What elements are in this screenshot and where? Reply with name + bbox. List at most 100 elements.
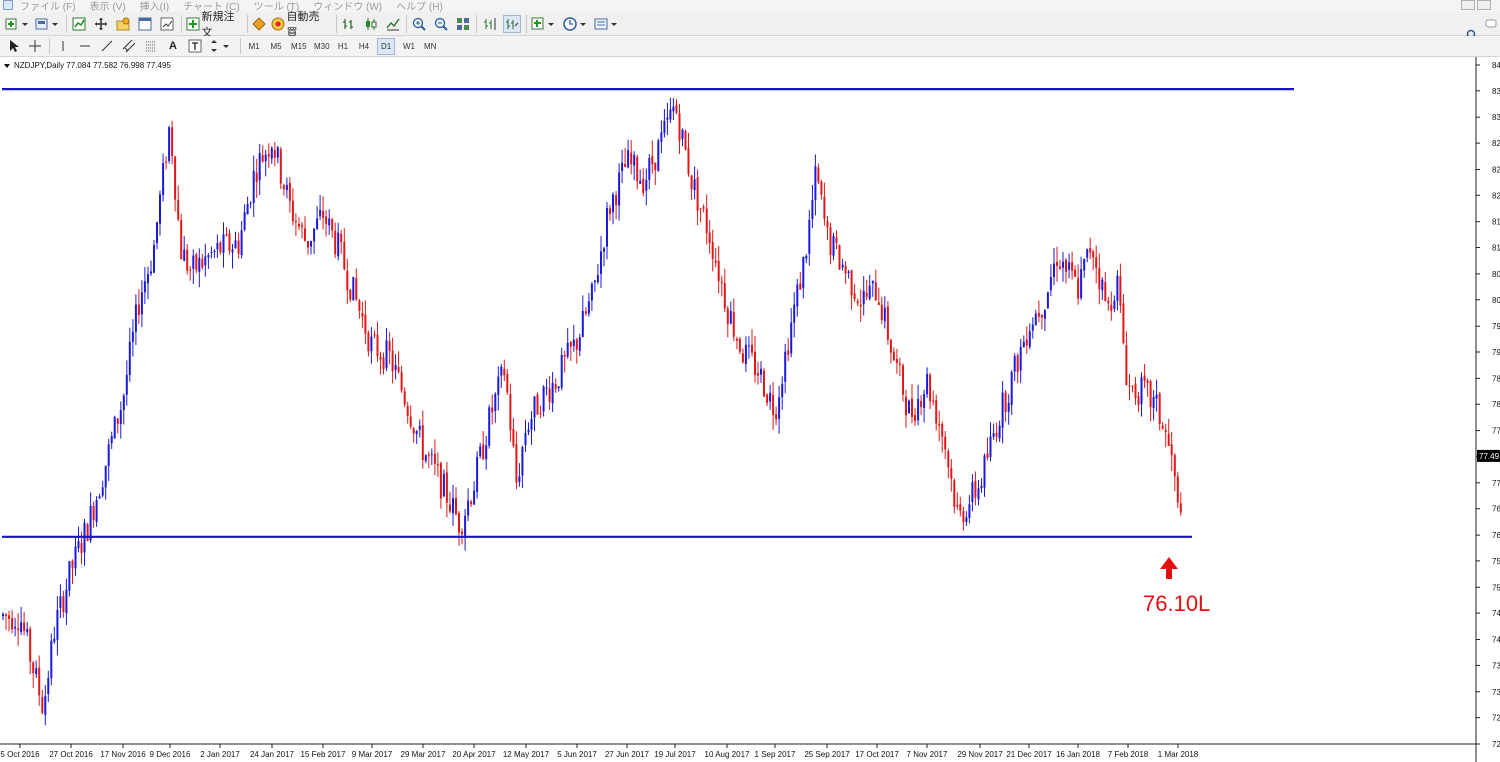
- candlestick: [249, 201, 252, 209]
- timeframe-h4[interactable]: H4: [355, 38, 373, 55]
- menu-help[interactable]: ヘルプ (H): [396, 0, 443, 12]
- text-label-tool[interactable]: [186, 37, 204, 55]
- timeframe-m15[interactable]: M15: [288, 38, 310, 55]
- data-window-button[interactable]: [92, 15, 110, 33]
- candlestick: [524, 419, 527, 452]
- zoom-out-button[interactable]: [432, 15, 450, 33]
- chart-window[interactable]: 84.30 83.85 83.39 82.94 82.48 82.03 81.57 81.12…: [0, 57, 1500, 762]
- candlestick: [373, 330, 376, 339]
- candle-body: [68, 561, 71, 591]
- minimize-button[interactable]: [1461, 0, 1475, 10]
- crosshair-tool[interactable]: [26, 37, 44, 55]
- new-chart-button[interactable]: [4, 15, 30, 33]
- timeframe-w1[interactable]: W1: [400, 38, 418, 55]
- zoom-in-button[interactable]: [410, 15, 428, 33]
- candlestick: [1179, 492, 1182, 516]
- time-tick-label: 29 Nov 2017: [957, 750, 1003, 759]
- candlestick-button[interactable]: [362, 15, 380, 33]
- timeframe-mn[interactable]: MN: [421, 38, 439, 55]
- candlestick: [352, 276, 355, 301]
- candle-body: [361, 313, 364, 317]
- price-tick-label: 74.29: [1492, 636, 1500, 645]
- price-tick-label: 84.30: [1492, 61, 1500, 70]
- candlestick: [340, 230, 343, 255]
- candlestick: [612, 192, 614, 225]
- candlestick: [494, 392, 497, 423]
- candle-body: [729, 311, 732, 324]
- time-tick-label: 17 Oct 2017: [855, 750, 899, 759]
- candlestick: [980, 478, 983, 493]
- candle-body: [1013, 356, 1016, 372]
- candlestick: [276, 145, 279, 164]
- strategy-tester-button[interactable]: [158, 15, 176, 33]
- candlestick: [702, 204, 705, 213]
- candlestick: [1137, 391, 1140, 413]
- candlestick: [506, 369, 509, 395]
- line-chart-button[interactable]: [384, 15, 402, 33]
- meta-editor-button[interactable]: [250, 15, 268, 33]
- tile-windows-button[interactable]: [454, 15, 472, 33]
- candlestick: [385, 328, 388, 372]
- horizontal-line-tool[interactable]: [76, 37, 94, 55]
- candlestick: [850, 269, 853, 310]
- time-tick-label: 24 Jan 2017: [250, 750, 295, 759]
- candle-body: [458, 513, 460, 533]
- price-axis: 84.30 83.85 83.39 82.94 82.48 82.03 81.57 81.12…: [1475, 57, 1500, 762]
- profiles-button[interactable]: [34, 15, 60, 33]
- candles-layer: [2, 97, 1182, 726]
- timeframe-m5[interactable]: M5: [267, 38, 285, 55]
- candlestick: [533, 396, 536, 432]
- indicators-button[interactable]: [530, 15, 558, 33]
- candlestick: [720, 275, 723, 297]
- timeframe-m30[interactable]: M30: [311, 38, 333, 55]
- timeframe-h1[interactable]: H1: [334, 38, 352, 55]
- fibonacci-tool[interactable]: [142, 37, 160, 55]
- channel-tool[interactable]: [120, 37, 138, 55]
- menu-file[interactable]: ファイル (F): [20, 0, 76, 12]
- terminal-button[interactable]: [136, 15, 154, 33]
- arrows-tool[interactable]: [208, 37, 234, 55]
- cursor-tool[interactable]: [4, 37, 22, 55]
- timeframe-d1[interactable]: D1: [377, 38, 396, 55]
- candlestick: [663, 109, 666, 138]
- candle-body: [195, 254, 198, 271]
- candle-body: [334, 230, 337, 255]
- candlestick: [509, 383, 512, 442]
- candle-body: [865, 292, 868, 297]
- candle-body: [1131, 385, 1134, 387]
- candle-body: [325, 216, 328, 224]
- restore-button[interactable]: [1477, 0, 1491, 10]
- candlestick: [796, 278, 799, 317]
- trendline-tool[interactable]: [98, 37, 116, 55]
- vertical-line-tool[interactable]: [54, 37, 72, 55]
- timeframe-m1[interactable]: M1: [245, 38, 263, 55]
- auto-trading-button[interactable]: 自動売買: [271, 11, 329, 39]
- chat-icon[interactable]: [1484, 15, 1498, 33]
- navigator-button[interactable]: [114, 15, 132, 33]
- candle-body: [1155, 394, 1158, 399]
- candlestick: [778, 385, 781, 434]
- candlestick: [729, 301, 732, 325]
- bar-chart-button[interactable]: [340, 15, 358, 33]
- candle-body: [790, 322, 793, 354]
- candle-body: [153, 245, 155, 273]
- periods-button[interactable]: [562, 15, 590, 33]
- menu-view[interactable]: 表示 (V): [90, 0, 126, 12]
- candlestick: [125, 360, 128, 406]
- menu-insert[interactable]: 挿入(I): [140, 0, 169, 12]
- price-chart[interactable]: 84.30 83.85 83.39 82.94 82.48 82.03 81.57 81.12…: [0, 57, 1500, 762]
- market-watch-button[interactable]: [70, 15, 88, 33]
- candlestick: [618, 163, 621, 221]
- candle-body: [1043, 310, 1046, 319]
- new-order-button[interactable]: 新規注文: [186, 11, 244, 39]
- text-tool[interactable]: A: [164, 37, 182, 55]
- auto-scroll-button[interactable]: [503, 15, 521, 33]
- candlestick: [388, 332, 391, 365]
- candle-body: [464, 515, 467, 536]
- templates-button[interactable]: [593, 15, 621, 33]
- chart-shift-button[interactable]: [481, 15, 499, 33]
- candlestick: [98, 493, 101, 499]
- candle-body: [962, 511, 965, 523]
- candlestick: [1049, 264, 1052, 297]
- candlestick: [889, 338, 892, 364]
